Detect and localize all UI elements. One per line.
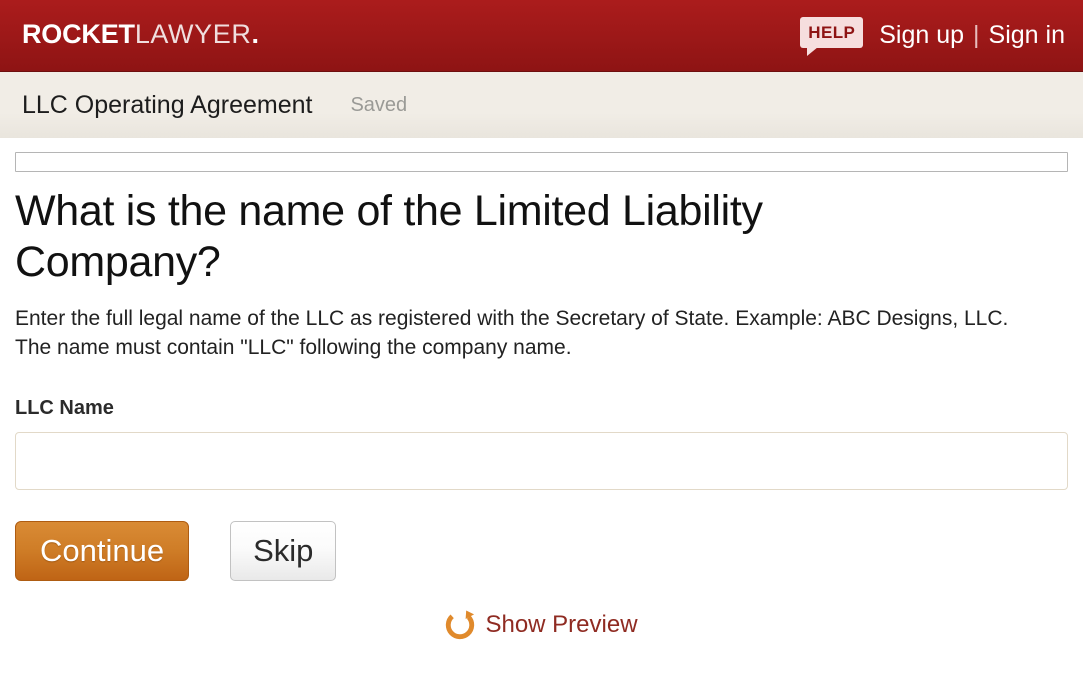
site-header: ROCKET LAWYER. HELP Sign up | Sign in xyxy=(0,0,1083,72)
continue-button[interactable]: Continue xyxy=(15,521,190,581)
llc-name-input[interactable] xyxy=(15,432,1068,490)
show-preview-link[interactable]: Show Preview xyxy=(485,613,637,637)
logo-period: . xyxy=(251,19,260,49)
sign-in-link[interactable]: Sign in xyxy=(989,23,1065,48)
question-help-text: Enter the full legal name of the LLC as … xyxy=(15,307,1009,359)
header-actions: HELP Sign up | Sign in xyxy=(800,17,1065,56)
auth-links: Sign up | Sign in xyxy=(879,23,1065,48)
logo-text-light: LAWYER xyxy=(134,19,252,49)
progress-bar xyxy=(15,152,1068,172)
auth-separator: | xyxy=(973,21,980,49)
help-icon[interactable]: HELP xyxy=(800,17,864,56)
help-label: HELP xyxy=(808,23,856,42)
question-heading: What is the name of the Limited Liabilit… xyxy=(15,187,763,286)
logo-text-bold: ROCKET xyxy=(22,19,135,49)
refresh-icon xyxy=(445,610,475,640)
save-status: Saved xyxy=(350,94,408,116)
page-title: LLC Operating Agreement xyxy=(22,90,313,119)
document-bar: LLC Operating Agreement Saved xyxy=(0,72,1083,138)
rocket-lawyer-logo[interactable]: ROCKET LAWYER. xyxy=(22,21,259,50)
llc-name-label: LLC Name xyxy=(15,397,114,419)
form-actions: Continue Skip xyxy=(15,521,1068,581)
show-preview-row: Show Preview xyxy=(15,610,1068,640)
skip-button[interactable]: Skip xyxy=(230,521,337,581)
sign-up-link[interactable]: Sign up xyxy=(879,23,964,48)
main-content: What is the name of the Limited Liabilit… xyxy=(0,152,1083,640)
